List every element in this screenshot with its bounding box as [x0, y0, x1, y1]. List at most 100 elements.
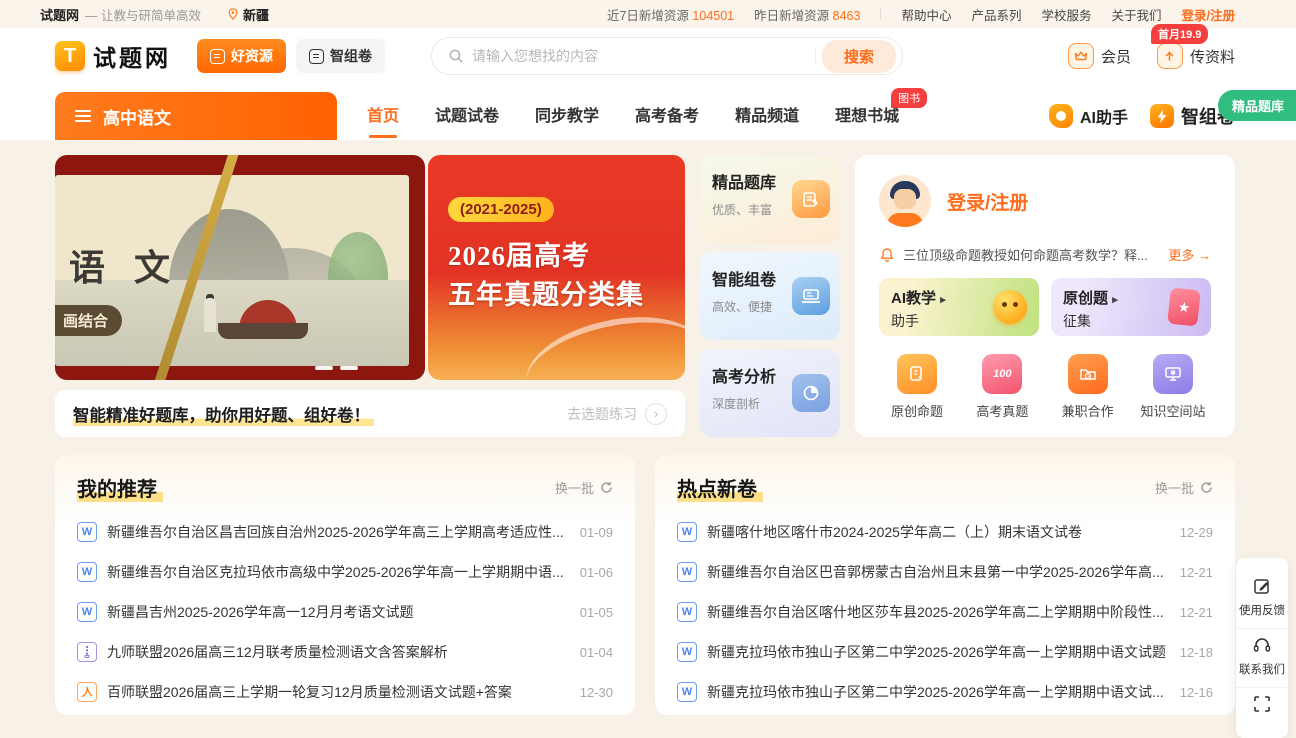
site-logo[interactable]: T 试题网	[55, 39, 171, 73]
crown-icon	[1068, 43, 1094, 69]
parttime-folder-clock-icon	[1068, 354, 1108, 394]
tab-sync-teaching[interactable]: 同步教学	[535, 102, 599, 130]
quicklink-parttime[interactable]: 兼职合作	[1052, 354, 1124, 420]
refresh-batch-button[interactable]: 换一批	[1155, 478, 1213, 497]
swoosh-decoration	[518, 302, 685, 380]
chevron-right-icon: ›	[645, 403, 667, 425]
banner-slide-chinese[interactable]: 语 文 画结合	[55, 155, 425, 380]
main-nav: 高中语文 首页 试题试卷 同步教学 高考备考 精品频道 理想书城图书 AI助手 …	[0, 84, 1296, 140]
pie-chart-icon	[792, 374, 830, 412]
word-doc-icon: W	[677, 642, 697, 662]
quicklink-knowledge-station[interactable]: 知识空间站	[1137, 354, 1209, 420]
contact-us-button[interactable]: 联系我们	[1236, 628, 1288, 687]
promo-strip: 智能精准好题库，助你用好题、组好卷！ 去选题练习 ›	[55, 390, 685, 437]
word-doc-icon: W	[77, 562, 97, 582]
tab-premium-channel[interactable]: 精品频道	[735, 102, 799, 130]
hamburger-icon	[75, 110, 91, 122]
knowledge-station-monitor-icon	[1153, 354, 1193, 394]
paper-icon	[309, 49, 324, 64]
banner-years-pill: (2021-2025)	[448, 197, 554, 222]
main-content: 语 文 画结合 (2021-2025) 2026届高考 五年真题分类集 智能精准…	[55, 155, 1235, 715]
word-doc-icon: W	[677, 522, 697, 542]
section-my-recommendations: 我的推荐 换一批 W 新疆维吾尔自治区昌吉回族自治州2025-2026学年高三上…	[55, 455, 635, 715]
gaokao-paper-100-icon: 100	[982, 354, 1022, 394]
site-slogan: — 让教与研简单高效	[85, 5, 201, 24]
ai-teaching-card[interactable]: AI教学 ▸ 助手	[879, 278, 1039, 336]
search-button[interactable]: 搜索	[822, 40, 896, 73]
list-item[interactable]: W 新疆维吾尔自治区克拉玛依市高级中学2025-2026学年高一上学期期中语..…	[77, 552, 613, 592]
word-doc-icon: W	[677, 562, 697, 582]
premium-bank-corner-badge[interactable]: 精品题库	[1218, 90, 1296, 121]
divider	[815, 47, 816, 65]
section-hot-new-papers: 热点新卷 换一批 W 新疆喀什地区喀什市2024-2025学年高二（上）期末语文…	[655, 455, 1235, 715]
list-item[interactable]: W 新疆克拉玛依市独山子区第二中学2025-2026学年高一上学期期中语文试题 …	[677, 632, 1213, 672]
tab-book-city[interactable]: 理想书城图书	[835, 102, 899, 130]
floating-sidebar: 使用反馈 联系我们	[1236, 558, 1288, 738]
list-item[interactable]: W 新疆喀什地区喀什市2024-2025学年高二（上）期末语文试卷 12-29	[677, 512, 1213, 552]
quicklink-original-question[interactable]: 原创命题	[881, 354, 953, 420]
search-icon	[448, 48, 464, 64]
books-badge: 图书	[891, 88, 927, 108]
carousel-indicators[interactable]	[315, 366, 358, 370]
list-item[interactable]: W 新疆维吾尔自治区喀什地区莎车县2025-2026学年高二上学期期中阶段性..…	[677, 592, 1213, 632]
feedback-button[interactable]: 使用反馈	[1239, 570, 1285, 628]
tab-home[interactable]: 首页	[367, 102, 399, 130]
question-bank-icon	[792, 180, 830, 218]
user-panel: 登录/注册 三位顶级命题教授如何命题高考数学？释... 更多 → AI教学 ▸ …	[855, 155, 1235, 437]
quicklink-gaokao-papers[interactable]: 100 高考真题	[966, 354, 1038, 420]
list-item[interactable]: W 新疆维吾尔自治区巴音郭楞蒙古自治州且末县第一中学2025-2026学年高..…	[677, 552, 1213, 592]
zip-file-icon	[77, 642, 97, 662]
tab-gaokao-prep[interactable]: 高考备考	[635, 102, 699, 130]
list-item[interactable]: W 新疆维吾尔自治区昌吉回族自治州2025-2026学年高三上学期高考适应性..…	[77, 512, 613, 552]
quick-links: 原创命题 100 高考真题 兼职合作 知识空间站	[879, 354, 1211, 420]
subject-selector-button[interactable]: 高中语文	[55, 92, 337, 140]
upload-material-button[interactable]: 首月19.9 传资料	[1157, 43, 1235, 69]
stat-yesterday: 昨日新增资源 8463	[754, 5, 860, 24]
refresh-batch-button[interactable]: 换一批	[555, 478, 613, 497]
card-smart-paper[interactable]: 智能组卷 高效、便捷	[700, 252, 840, 340]
link-school-service[interactable]: 学校服务	[1041, 5, 1091, 24]
card-premium-bank[interactable]: 精品题库 优质、丰富	[700, 155, 840, 243]
good-resource-button[interactable]: 好资源	[197, 39, 286, 73]
list-item[interactable]: 百师联盟2026届高三上学期一轮复习12月质量检测语文试题+答案 12-30	[77, 672, 613, 712]
triangle-right-icon: ▸	[940, 294, 946, 306]
link-product-series[interactable]: 产品系列	[971, 5, 1021, 24]
list-item[interactable]: 九师联盟2026届高三12月联考质量检测语文含答案解析 01-04	[77, 632, 613, 672]
section-title: 热点新卷	[677, 473, 763, 502]
card-gaokao-analysis[interactable]: 高考分析 深度剖析	[700, 349, 840, 437]
location-selector[interactable]: 新疆	[227, 5, 269, 24]
link-about-us[interactable]: 关于我们	[1112, 5, 1162, 24]
banner-carousel[interactable]: 语 文 画结合 (2021-2025) 2026届高考 五年真题分类集	[55, 155, 685, 380]
link-help-center[interactable]: 帮助中心	[901, 5, 951, 24]
banner-slide-gaokao[interactable]: (2021-2025) 2026届高考 五年真题分类集	[428, 155, 685, 380]
go-practice-link[interactable]: 去选题练习 ›	[567, 403, 667, 425]
word-doc-icon: W	[77, 602, 97, 622]
login-register-button[interactable]: 登录/注册	[947, 188, 1028, 215]
list-item[interactable]: W 新疆克拉玛依市独山子区第二中学2025-2026学年高一上学期期中语文试..…	[677, 672, 1213, 712]
search-input[interactable]	[472, 48, 815, 64]
scan-qr-button[interactable]	[1236, 687, 1288, 724]
refresh-icon	[600, 481, 613, 494]
word-doc-icon: W	[77, 522, 97, 542]
notice-bar[interactable]: 三位顶级命题教授如何命题高考数学？释... 更多 →	[879, 245, 1211, 264]
location-label: 新疆	[243, 5, 269, 24]
smart-paper-button[interactable]: 智组卷	[296, 39, 385, 73]
word-doc-icon: W	[677, 682, 697, 702]
original-question-card[interactable]: 原创题 ▸ 征集 ★	[1051, 278, 1211, 336]
star-book-icon: ★	[1167, 288, 1201, 327]
nav-tabs: 首页 试题试卷 同步教学 高考备考 精品频道 理想书城图书	[367, 92, 899, 140]
notice-more-link[interactable]: 更多 →	[1168, 245, 1211, 264]
ai-assistant-button[interactable]: AI助手	[1049, 104, 1128, 128]
promo-text: 智能精准好题库，助你用好题、组好卷！	[73, 402, 374, 426]
scan-icon	[1252, 694, 1272, 714]
laptop-icon	[792, 277, 830, 315]
feature-cards: 精品题库 优质、丰富 智能组卷 高效、便捷 高考分析 深度剖析	[700, 155, 840, 437]
header: T 试题网 好资源 智组卷 搜索 会员 首月19.9 传资料	[0, 28, 1296, 84]
list-item[interactable]: W 新疆昌吉州2025-2026学年高一12月月考语文试题 01-05	[77, 592, 613, 632]
topbar-login-link[interactable]: 登录/注册	[1182, 5, 1235, 24]
notice-text: 三位顶级命题教授如何命题高考数学？释...	[903, 245, 1160, 264]
member-button[interactable]: 会员	[1068, 43, 1131, 69]
tab-papers[interactable]: 试题试卷	[435, 102, 499, 130]
promo-badge: 首月19.9	[1151, 24, 1208, 44]
avatar[interactable]	[879, 175, 931, 227]
